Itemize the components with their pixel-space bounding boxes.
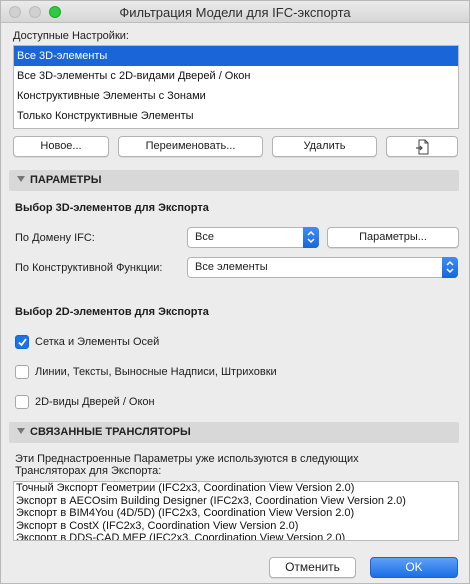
translators-list[interactable]: Точный Экспорт Геометрии (IFC2x3, Coordi… (13, 481, 459, 541)
structural-function-value: Все элементы (195, 261, 268, 273)
parameters-button[interactable]: Параметры... (327, 227, 459, 248)
window-title: Фильтрация Модели для IFC-экспорта (119, 5, 351, 20)
translators-description-line1: Эти Преднастроенные Параметры уже исполь… (15, 453, 359, 465)
translator-item: Экспорт в CostX (IFC2x3, Coordination Vi… (16, 519, 299, 532)
translators-header-label: СВЯЗАННЫЕ ТРАНСЛЯТОРЫ (30, 426, 191, 438)
available-settings-label: Доступные Настройки: (13, 30, 129, 42)
translator-item: Точный Экспорт Геометрии (IFC2x3, Coordi… (16, 482, 355, 494)
door-window-2d-label: 2D-виды Дверей / Окон (35, 396, 155, 408)
rename-button[interactable]: Переименовать... (118, 136, 263, 157)
lines-texts-checkbox[interactable] (15, 365, 29, 379)
structural-function-select[interactable]: Все элементы (187, 257, 458, 278)
parameters-header-label: ПАРАМЕТРЫ (30, 174, 102, 186)
parameters-section-header[interactable]: ПАРАМЕТРЫ (9, 170, 459, 191)
select-2d-title: Выбор 2D-элементов для Экспорта (15, 306, 209, 318)
lines-texts-label: Линии, Тексты, Выносные Надписи, Штрихов… (35, 366, 277, 378)
settings-item-all-3d[interactable]: Все 3D-элементы (14, 46, 458, 66)
select-3d-title: Выбор 3D-элементов для Экспорта (15, 202, 209, 214)
structural-function-label: По Конструктивной Функции: (15, 262, 163, 274)
select-arrows-icon (442, 257, 458, 278)
disclosure-triangle-icon (17, 428, 25, 435)
ifc-domain-label: По Домену IFC: (15, 232, 95, 244)
dialog-window: Фильтрация Модели для IFC-экспорта Досту… (0, 0, 470, 584)
settings-item-structural-zones[interactable]: Конструктивные Элементы с Зонами (14, 86, 458, 106)
import-button[interactable] (386, 136, 458, 157)
grid-axes-checkbox[interactable] (15, 335, 29, 349)
import-document-icon (415, 139, 431, 162)
title-bar: Фильтрация Модели для IFC-экспорта (1, 1, 469, 23)
ifc-domain-value: Все (195, 231, 214, 243)
new-button[interactable]: Новое... (13, 136, 109, 157)
translator-item: Экспорт в DDS-CAD MEP (IFC2x3, Coordinat… (16, 532, 346, 541)
door-window-2d-checkbox[interactable] (15, 395, 29, 409)
settings-item-structural-only[interactable]: Только Конструктивные Элементы (14, 106, 458, 126)
settings-item-3d-with-2d[interactable]: Все 3D-элементы с 2D-видами Дверей / Око… (14, 66, 458, 86)
delete-button[interactable]: Удалить (272, 136, 377, 157)
translators-section-header[interactable]: СВЯЗАННЫЕ ТРАНСЛЯТОРЫ (9, 422, 459, 443)
translator-item: Экспорт в AECOsim Building Designer (IFC… (16, 494, 406, 507)
ok-button[interactable]: OK (370, 557, 458, 578)
settings-list[interactable]: Все 3D-элементы Все 3D-элементы с 2D-вид… (13, 45, 459, 129)
cancel-button[interactable]: Отменить (269, 557, 356, 578)
select-arrows-icon (303, 227, 319, 248)
grid-axes-label: Сетка и Элементы Осей (35, 336, 160, 348)
translator-item: Экспорт в BIM4You (4D/5D) (IFC2x3, Coord… (16, 507, 355, 520)
disclosure-triangle-icon (17, 176, 25, 183)
checkmark-icon (18, 338, 27, 347)
translators-description-line2: Трансляторах для Экспорта: (15, 465, 162, 477)
ifc-domain-select[interactable]: Все (187, 227, 319, 248)
